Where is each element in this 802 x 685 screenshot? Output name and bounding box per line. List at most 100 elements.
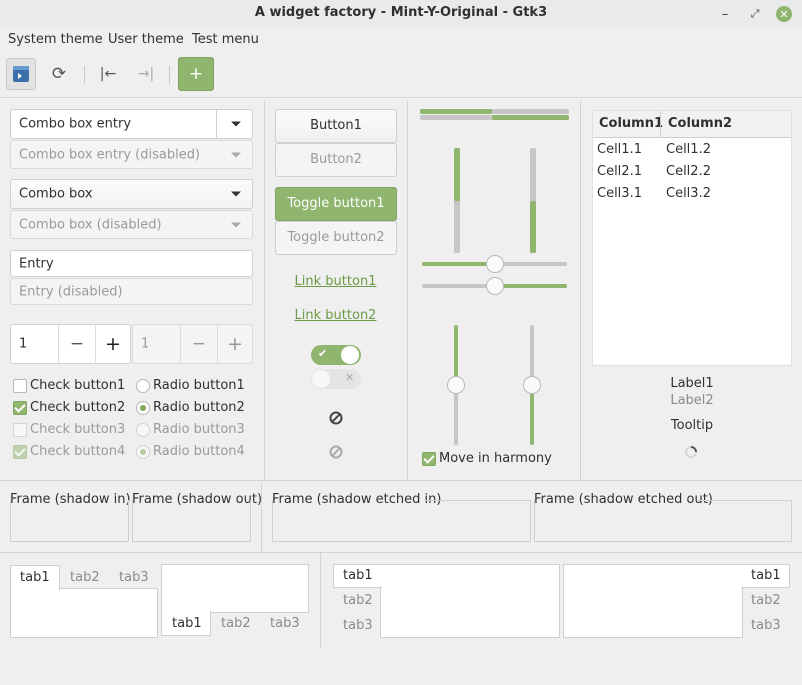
tab-bottom-3[interactable]: tab3: [270, 616, 300, 631]
spinner-icon: [684, 445, 698, 459]
check-button1-label: Check button1: [30, 378, 126, 393]
scale-knob[interactable]: [447, 376, 465, 394]
tab-left-3[interactable]: tab3: [343, 618, 373, 633]
progress-bar-1: [420, 109, 569, 114]
button2: Button2: [275, 143, 397, 177]
go-first-button[interactable]: |←: [93, 58, 123, 90]
check-button1[interactable]: [13, 379, 27, 393]
close-button[interactable]: ✕: [776, 6, 792, 22]
link-button2[interactable]: Link button2: [275, 308, 396, 323]
radio-button1[interactable]: [136, 379, 150, 393]
combo-box-entry[interactable]: Combo box entry: [10, 109, 253, 139]
notebook-top-page: [10, 588, 158, 638]
window-title: A widget factory - Mint-Y-Original - Gtk…: [254, 5, 548, 20]
spin-increment-button[interactable]: +: [96, 325, 130, 363]
tooltip-label[interactable]: Tooltip: [592, 418, 792, 433]
minimize-button[interactable]: –: [715, 4, 735, 24]
entry-disabled-text: Entry (disabled): [19, 284, 123, 299]
entry-field[interactable]: Entry: [10, 250, 253, 277]
combo-entry-text: Combo box entry: [19, 116, 132, 132]
frame-shadow-etched-out: [534, 500, 792, 542]
prohibited-icon-disabled: [329, 445, 343, 459]
toolbar: ⟳ |← →| +: [0, 52, 802, 98]
menu-bar: System theme User theme Test menu: [0, 28, 802, 52]
scale-knob[interactable]: [485, 255, 504, 273]
chevron-down-icon: [231, 191, 241, 197]
scale-knob[interactable]: [523, 376, 541, 394]
chevron-down-icon: [231, 152, 241, 157]
column-separator: [580, 100, 581, 480]
add-button[interactable]: +: [178, 57, 214, 91]
cell-3-2[interactable]: Cell3.2: [666, 186, 711, 201]
combo-box[interactable]: Combo box: [10, 179, 253, 209]
chevron-down-icon[interactable]: [231, 121, 241, 127]
plus-icon: +: [188, 64, 204, 84]
horizontal-scale-2[interactable]: [422, 277, 567, 295]
tab-left-2[interactable]: tab2: [343, 593, 373, 608]
prohibited-icon: [329, 411, 343, 425]
move-in-harmony-label: Move in harmony: [439, 451, 552, 466]
cell-2-2[interactable]: Cell2.2: [666, 164, 711, 179]
toggle-button1[interactable]: Toggle button1: [275, 187, 397, 221]
tab-right-1-label: tab1: [751, 568, 781, 583]
maximize-button[interactable]: ⤢: [745, 4, 765, 24]
vertical-scale-1[interactable]: [447, 325, 465, 445]
scale-fill: [422, 262, 495, 266]
vertical-scale-2[interactable]: [523, 325, 541, 445]
move-in-harmony-check[interactable]: [422, 452, 436, 466]
close-icon: ✕: [779, 7, 789, 21]
check-button4-label: Check button4: [30, 444, 126, 459]
label1: Label1: [670, 376, 714, 391]
tab-top-3[interactable]: tab3: [119, 570, 149, 585]
entry-field-disabled: Entry (disabled): [10, 278, 253, 305]
notebook-separator: [320, 553, 321, 648]
radio-button4: [136, 445, 150, 459]
tab-top-1-label: tab1: [20, 570, 50, 585]
refresh-button[interactable]: ⟳: [44, 58, 74, 90]
cell-1-2[interactable]: Cell1.2: [666, 142, 711, 157]
tree-view[interactable]: Column1 Column2 Cell1.1 Cell1.2 Cell2.1 …: [592, 110, 792, 366]
tab-right-2[interactable]: tab2: [751, 593, 781, 608]
link-button1[interactable]: Link button1: [275, 274, 396, 289]
row-separator: [0, 480, 802, 481]
tab-bottom-1-label: tab1: [172, 616, 202, 631]
radio-button2[interactable]: [136, 401, 150, 415]
menu-test-menu[interactable]: Test menu: [192, 32, 259, 47]
scale-knob[interactable]: [485, 277, 504, 295]
tab-bottom-2[interactable]: tab2: [221, 616, 251, 631]
radio-button3-label: Radio button3: [153, 422, 245, 437]
switch-on[interactable]: ✔: [311, 345, 361, 365]
spin-decrement-button: −: [181, 325, 217, 363]
button1[interactable]: Button1: [275, 109, 397, 143]
switch-knob: [341, 346, 359, 364]
spin-button[interactable]: 1 − +: [10, 324, 131, 364]
cell-3-1[interactable]: Cell3.1: [597, 186, 642, 201]
frame-shadow-in: [10, 500, 129, 542]
check-button2-label: Check button2: [30, 400, 126, 415]
tab-top-2[interactable]: tab2: [70, 570, 100, 585]
column2-header[interactable]: Column2: [668, 116, 732, 131]
app-icon-button[interactable]: [6, 58, 36, 90]
horizontal-scale-1[interactable]: [422, 255, 567, 273]
column1-header[interactable]: Column1: [599, 116, 663, 131]
check-button2[interactable]: [13, 401, 27, 415]
frame-separator: [261, 482, 262, 552]
radio-button2-label: Radio button2: [153, 400, 245, 415]
spin-decrement-button[interactable]: −: [59, 325, 95, 363]
menu-user-theme[interactable]: User theme: [108, 32, 184, 47]
switch-off: ✕: [311, 369, 361, 389]
minus-icon: −: [69, 334, 85, 354]
go-last-button[interactable]: →|: [131, 58, 161, 90]
progress-bar-2: [420, 115, 569, 120]
tab-right-3[interactable]: tab3: [751, 618, 781, 633]
entry-text: Entry: [19, 256, 54, 271]
combo-box-text: Combo box: [19, 186, 93, 202]
check-button4: [13, 445, 27, 459]
refresh-icon: ⟳: [51, 64, 67, 84]
menu-system-theme[interactable]: System theme: [8, 32, 103, 47]
combo-box-entry-disabled: Combo box entry (disabled): [10, 140, 253, 169]
cell-2-1[interactable]: Cell2.1: [597, 164, 642, 179]
label2: Label2: [670, 393, 714, 408]
notebook-left-page: [380, 564, 560, 638]
cell-1-1[interactable]: Cell1.1: [597, 142, 642, 157]
